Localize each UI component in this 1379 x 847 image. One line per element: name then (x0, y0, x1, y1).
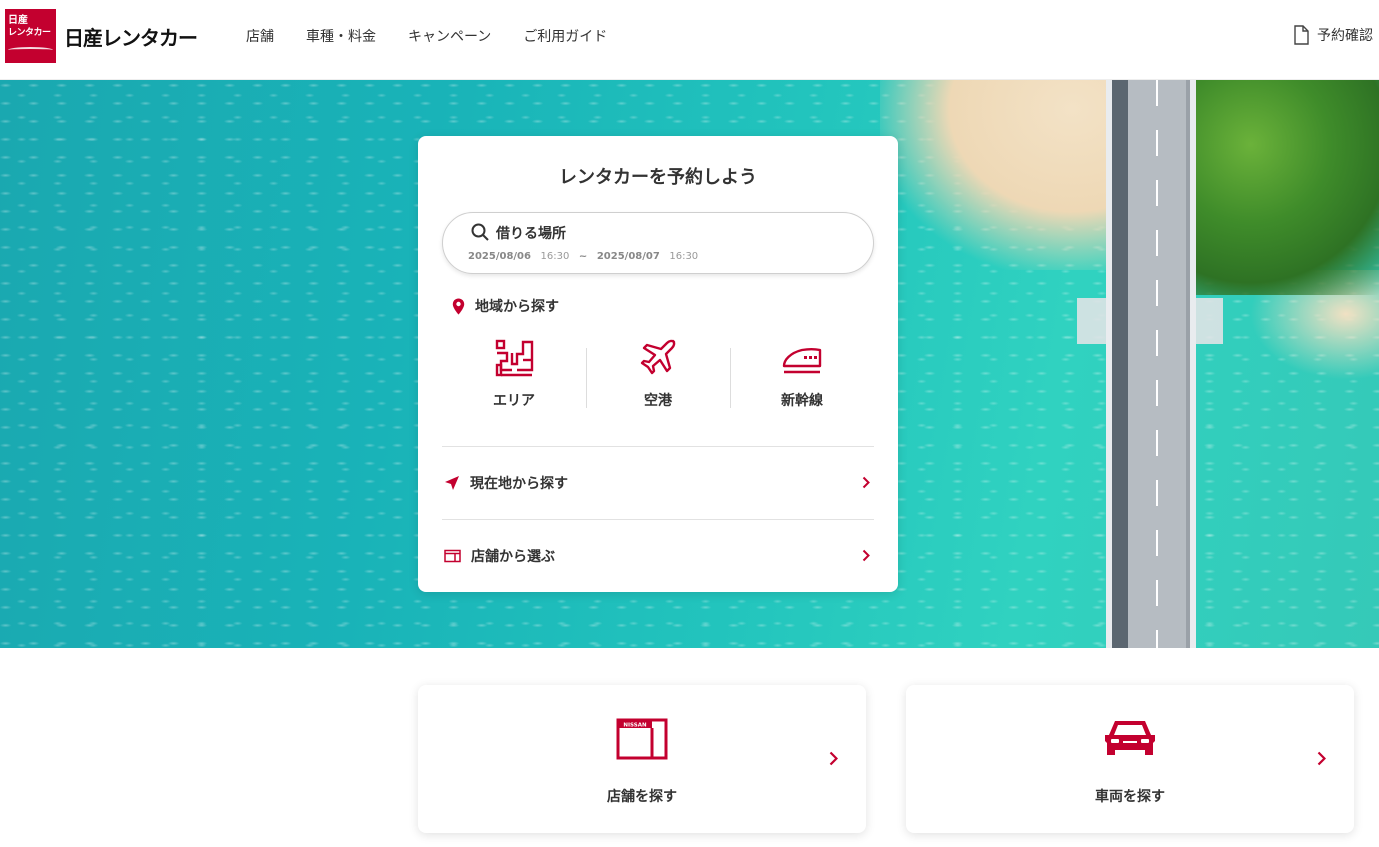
region-search-label: 地域から探す (475, 299, 559, 315)
category-airport[interactable]: 空港 (586, 336, 730, 416)
rental-dates: 2025/08/06 16:30 ~ 2025/08/07 16:30 (468, 251, 698, 262)
vehicle-search-label: 車両を探す (1095, 789, 1165, 805)
nav-stores[interactable]: 店舗 (246, 26, 274, 46)
nav-vehicles-prices[interactable]: 車種・料金 (306, 26, 376, 46)
current-location-label: 現在地から探す (470, 475, 568, 492)
nav-campaigns[interactable]: キャンペーン (408, 26, 491, 46)
chevron-right-icon (862, 549, 870, 562)
category-shinkansen-label: 新幹線 (781, 393, 823, 409)
store-icon-text: NISSAN (623, 723, 647, 729)
category-selector: エリア 空港 新幹線 (442, 336, 874, 416)
return-date: 2025/08/07 (596, 251, 660, 262)
store-search-card[interactable]: NISSAN 店舗を探す (418, 685, 866, 833)
pickup-time: 16:30 (540, 251, 570, 262)
logo-line1: 日産 (8, 15, 28, 26)
car-icon (1105, 721, 1155, 755)
pickup-date: 2025/08/06 (468, 251, 531, 262)
document-icon (1294, 25, 1309, 45)
reservation-check-link[interactable]: 予約確認 (1293, 25, 1373, 45)
place-input-placeholder: 借りる場所 (496, 226, 566, 242)
site-header: 日産 レンタカー 日産レンタカー 店舗 車種・料金 キャンペーン ご利用ガイド … (0, 0, 1379, 80)
store-icon (444, 549, 461, 562)
current-location-search[interactable]: 現在地から探す (442, 446, 874, 518)
category-area-label: エリア (493, 393, 535, 409)
chevron-right-icon (862, 476, 870, 489)
vehicle-search-card[interactable]: 車両を探す (906, 685, 1354, 833)
category-airport-label: 空港 (644, 393, 672, 409)
logo-icon[interactable]: 日産 レンタカー (5, 9, 56, 63)
reservation-check-label: 予約確認 (1317, 28, 1373, 44)
nissan-store-icon: NISSAN (616, 718, 668, 760)
store-select-label: 店舗から選ぶ (471, 548, 555, 565)
card-title: レンタカーを予約しよう (559, 167, 757, 188)
main-nav: 店舗 車種・料金 キャンペーン ご利用ガイド (246, 26, 639, 46)
region-search-heading: 地域から探す (452, 296, 559, 316)
search-icon (471, 223, 489, 241)
location-arrow-icon (445, 475, 459, 490)
area-icon (495, 339, 534, 377)
return-time: 16:30 (669, 251, 699, 262)
chevron-right-icon (829, 751, 838, 766)
map-pin-icon (452, 298, 465, 314)
bullet-train-icon (782, 348, 822, 374)
nav-guide[interactable]: ご利用ガイド (523, 26, 607, 46)
chevron-right-icon (1317, 751, 1326, 766)
category-area[interactable]: エリア (442, 336, 586, 416)
reservation-search-card: レンタカーを予約しよう 借りる場所 2025/08/06 16:30 ~ 202… (418, 136, 898, 592)
logo-line2: レンタカー (8, 28, 51, 38)
category-shinkansen[interactable]: 新幹線 (730, 336, 874, 416)
brand-name[interactable]: 日産レンタカー (64, 22, 198, 51)
store-search-label: 店舗を探す (607, 789, 677, 805)
date-separator: ~ (578, 251, 588, 262)
store-select[interactable]: 店舗から選ぶ (442, 519, 874, 591)
airplane-icon (640, 339, 676, 375)
place-search-box[interactable]: 借りる場所 2025/08/06 16:30 ~ 2025/08/07 16:3… (442, 212, 874, 274)
